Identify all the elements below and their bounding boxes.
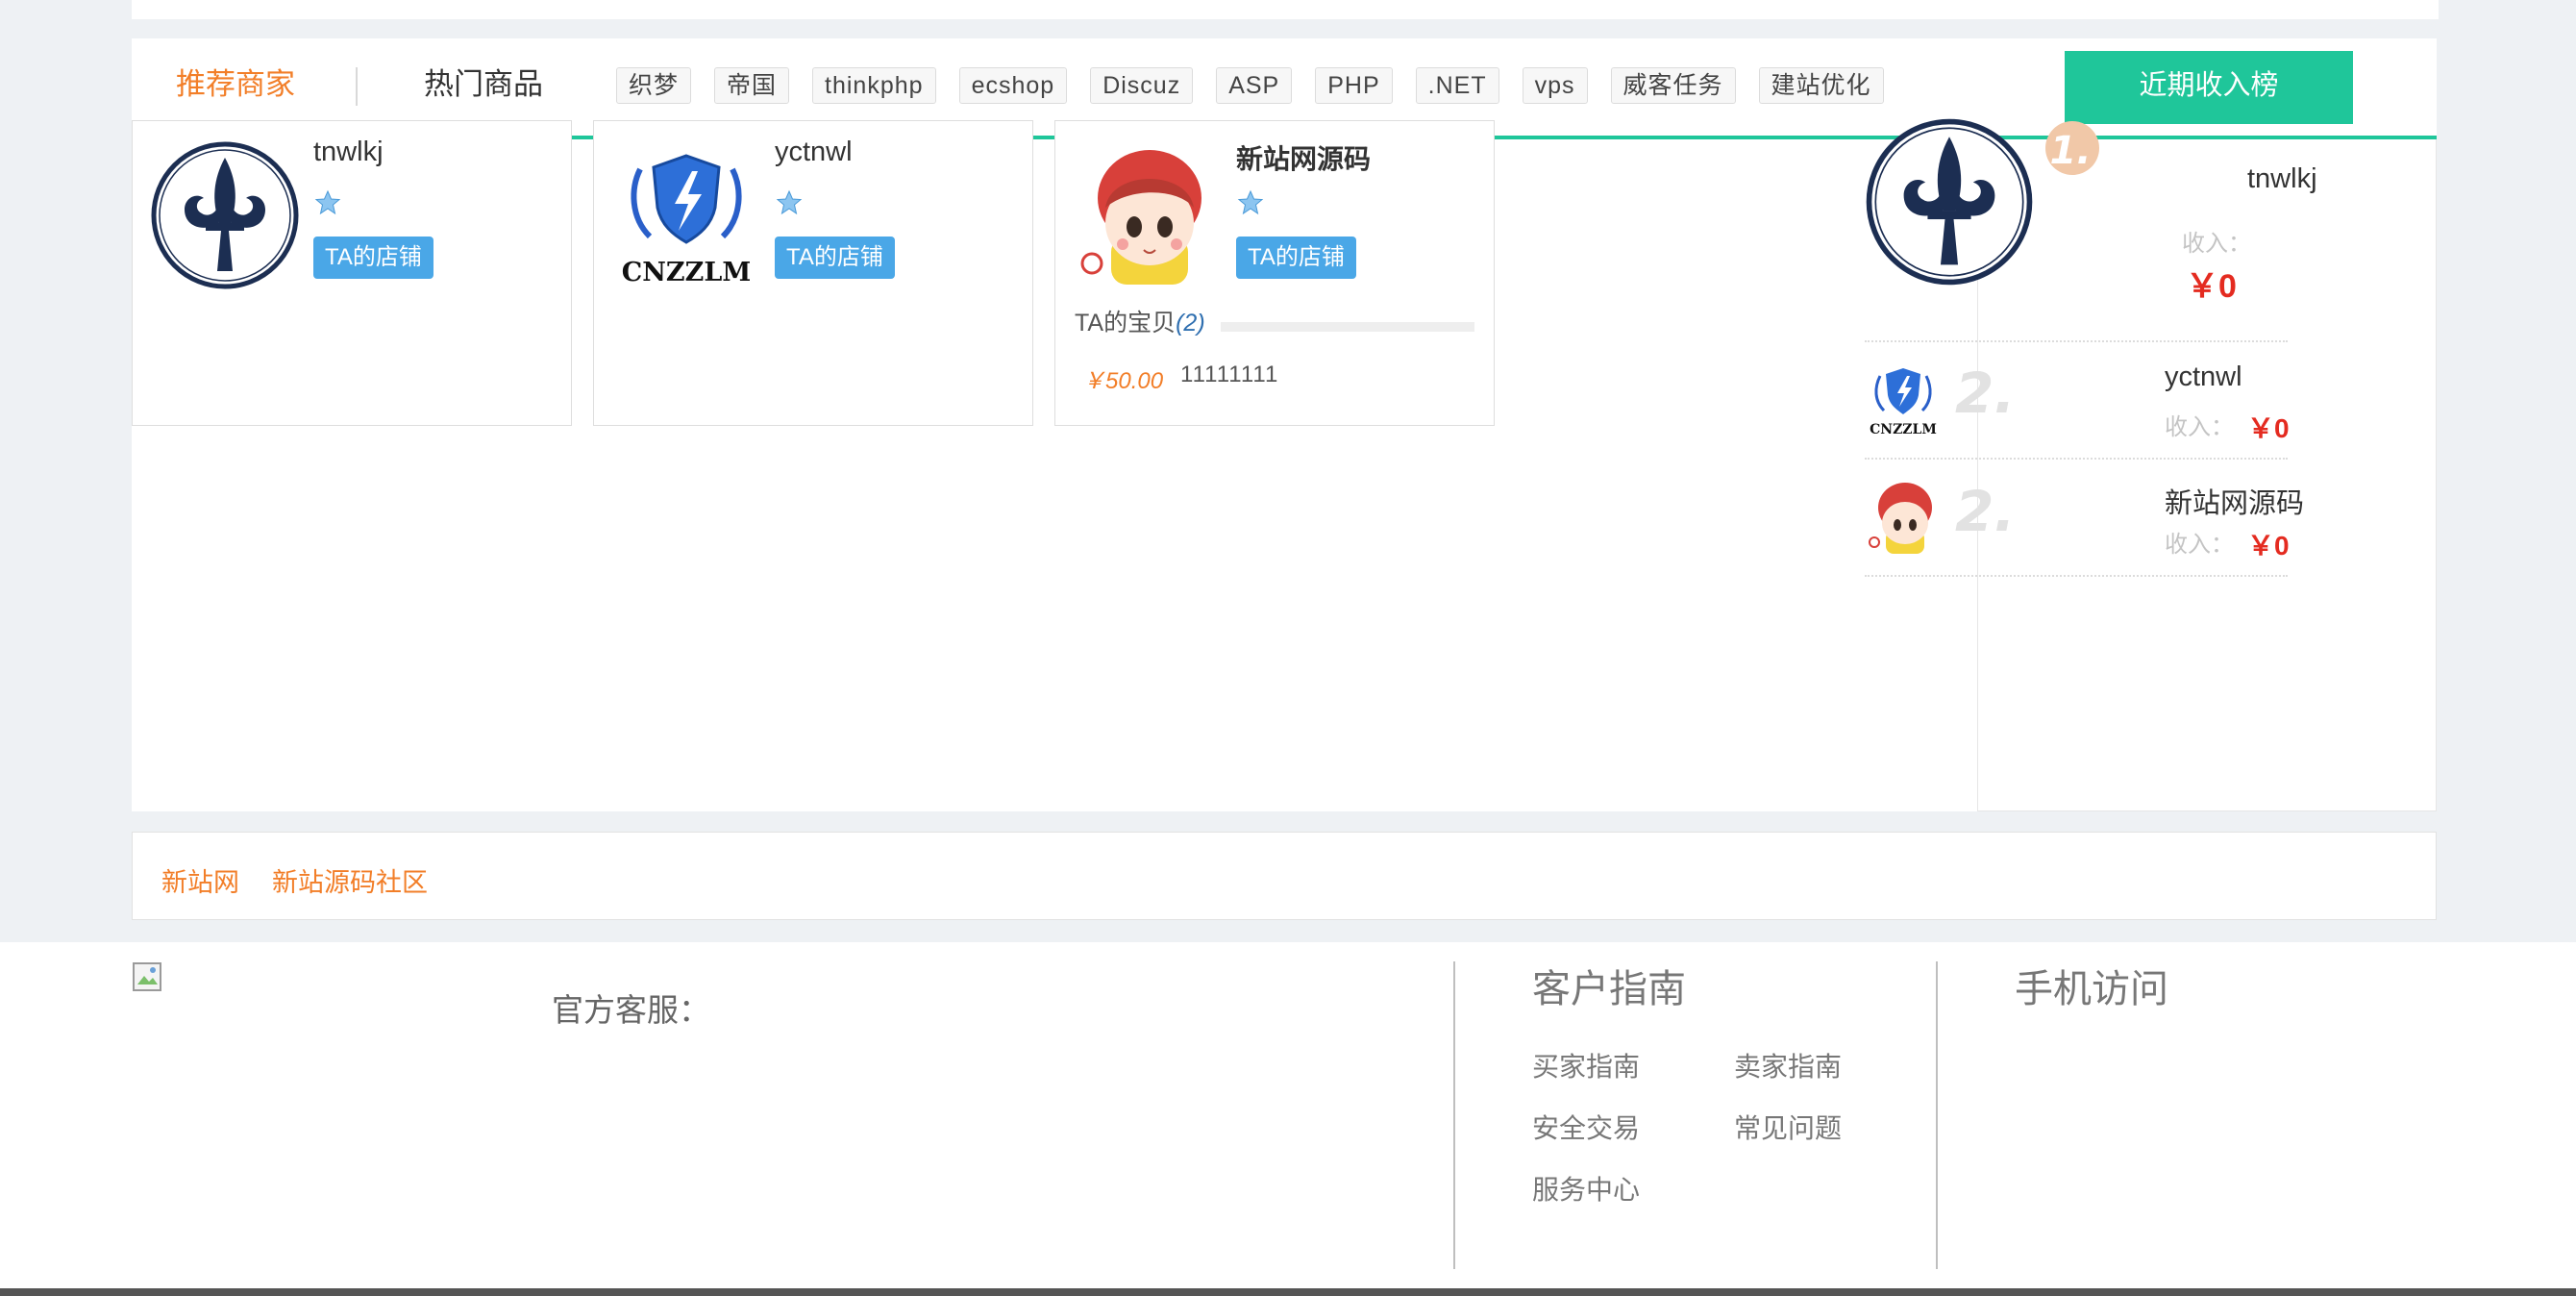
tag-site-optimization[interactable]: 建站优化 [1758,67,1884,104]
visit-shop-button[interactable]: TA的店铺 [1236,237,1356,279]
link-xinzhanwang[interactable]: 新站网 [161,861,239,899]
fleur-de-lis-icon[interactable] [150,140,300,290]
cnzzlm-logo-text: CNZZLM [622,258,751,287]
items-bar [1221,322,1474,332]
buyer-guide-link[interactable]: 买家指南 [1532,1046,1640,1084]
rank-name[interactable]: 新站网源码 [2165,481,2304,521]
friend-links-bar: 新站网 新站源码社区 [132,832,2437,920]
rank-number: 1. [2049,129,2091,173]
shop-card: CNZZLM yctnwl TA的店铺 [593,120,1033,426]
secure-trade-link[interactable]: 安全交易 [1532,1108,1640,1146]
tag-dotnet[interactable]: .NET [1415,67,1499,104]
tag-asp[interactable]: ASP [1216,67,1293,104]
tag-php[interactable]: PHP [1315,67,1393,104]
mobile-access-title: 手机访问 [2015,968,2168,1010]
goods-name[interactable]: 11111111 [1180,361,1278,388]
official-customer-service-label: 官方客服： [552,992,710,1028]
rank-first-medal-icon: 1. [2045,121,2099,175]
items-label-text: TA的宝贝 [1075,310,1177,336]
top-strip [132,0,2439,19]
tag-witkey-tasks[interactable]: 威客任务 [1610,67,1736,104]
service-center-link[interactable]: 服务中心 [1532,1169,1640,1208]
income-value: ￥0 [2247,531,2290,561]
rank-name[interactable]: yctnwl [2165,361,2242,393]
tag-dedecms[interactable]: 织梦 [616,67,692,104]
cartoon-girl-icon[interactable] [1865,479,1942,556]
tab-hot-products[interactable]: 热门商品 [424,60,543,103]
income-value: ￥0 [2247,413,2290,443]
tag-discuz[interactable]: Discuz [1090,67,1194,104]
cnzzlm-shield-icon[interactable]: CNZZLM [611,140,761,290]
tab-recommended-merchants[interactable]: 推荐商家 [176,60,295,103]
rank-separator [1865,340,2288,342]
star-icon [314,189,341,215]
visit-shop-button[interactable]: TA的店铺 [313,237,433,279]
faq-link[interactable]: 常见问题 [1734,1108,1842,1146]
footer-divider [1936,961,1938,1269]
shop-name[interactable]: 新站网源码 [1236,138,1371,177]
fleur-de-lis-icon[interactable] [1865,117,2034,287]
tag-vps[interactable]: vps [1522,67,1588,104]
customer-guide-title: 客户指南 [1532,968,1686,1010]
items-count: (2) [1176,310,1205,336]
rank-number: 2. [1955,479,2016,544]
income-label: 收入： [2165,532,2234,558]
recent-income-ranking-button[interactable]: 近期收入榜 [2065,51,2353,124]
footer-bottom-bar [0,1288,2576,1296]
tag-thinkphp[interactable]: thinkphp [812,67,936,104]
footer-divider [1453,961,1455,1269]
broken-image-icon [133,962,161,991]
shop-items-label[interactable]: TA的宝贝(2) [1075,304,1205,338]
cnzzlm-shield-icon[interactable]: CNZZLM [1865,361,1942,437]
shop-name[interactable]: tnwlkj [313,137,384,168]
star-icon [1237,189,1264,215]
income-label: 收入： [2165,414,2234,440]
footer [0,942,2576,1288]
tag-empire[interactable]: 帝国 [714,67,790,104]
income-label: 收入： [2182,231,2251,257]
tab-divider [356,67,358,106]
shop-name[interactable]: yctnwl [775,137,853,168]
rank-name[interactable]: tnwlkj [2247,163,2317,195]
seller-guide-link[interactable]: 卖家指南 [1734,1046,1842,1084]
goods-price: ￥50.00 [1082,368,1164,394]
visit-shop-button[interactable]: TA的店铺 [775,237,895,279]
income-value: ￥0 [2186,268,2237,305]
shop-card: tnwlkj TA的店铺 [132,120,572,426]
rank-separator [1865,575,2288,577]
cartoon-girl-icon[interactable] [1073,140,1223,290]
tag-ecshop[interactable]: ecshop [958,67,1068,104]
rank-separator [1865,458,2288,460]
category-tags: 织梦 帝国 thinkphp ecshop Discuz ASP PHP .NE… [616,67,1884,106]
rank-number: 2. [1955,361,2016,426]
shop-card: 新站网源码 TA的店铺 TA的宝贝(2) ￥50.00 11111111 [1054,120,1495,426]
cnzzlm-logo-text: CNZZLM [1870,422,1937,437]
link-source-community[interactable]: 新站源码社区 [272,861,428,899]
star-icon [776,189,803,215]
